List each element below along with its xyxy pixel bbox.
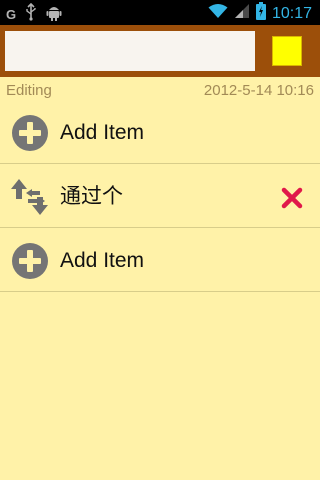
add-item-row[interactable]: Add Item xyxy=(0,228,320,292)
note-info-bar: Editing 2012-5-14 10:16 xyxy=(0,80,320,100)
modified-timestamp: 2012-5-14 10:16 xyxy=(203,82,314,99)
note-title-input[interactable] xyxy=(5,31,255,71)
wifi-icon xyxy=(208,3,228,23)
note-color-button[interactable] xyxy=(272,36,302,66)
list-item[interactable]: 通过个 xyxy=(0,164,320,228)
clock-time: 10:17 xyxy=(271,4,312,22)
battery-charging-icon xyxy=(255,2,266,24)
android-debug-icon xyxy=(46,3,62,25)
reorder-arrows-icon[interactable] xyxy=(10,177,50,217)
delete-x-icon[interactable] xyxy=(280,186,304,210)
status-right-icons: 10:17 xyxy=(208,2,312,24)
status-left-icons: G xyxy=(6,2,62,25)
checklist: Add Item 通过个 Add Item xyxy=(0,100,320,292)
mode-label: Editing xyxy=(6,82,52,99)
usb-icon xyxy=(24,2,38,25)
list-item-label[interactable]: 通过个 xyxy=(60,184,123,210)
note-header xyxy=(0,25,320,77)
signal-icon xyxy=(234,3,250,23)
network-type-indicator: G xyxy=(6,6,17,22)
status-bar: G 10:17 xyxy=(0,0,320,25)
add-item-label: Add Item xyxy=(60,249,145,272)
add-item-label: Add Item xyxy=(60,121,145,144)
add-circle-icon xyxy=(10,113,50,153)
add-circle-icon xyxy=(10,241,50,281)
add-item-row[interactable]: Add Item xyxy=(0,100,320,164)
